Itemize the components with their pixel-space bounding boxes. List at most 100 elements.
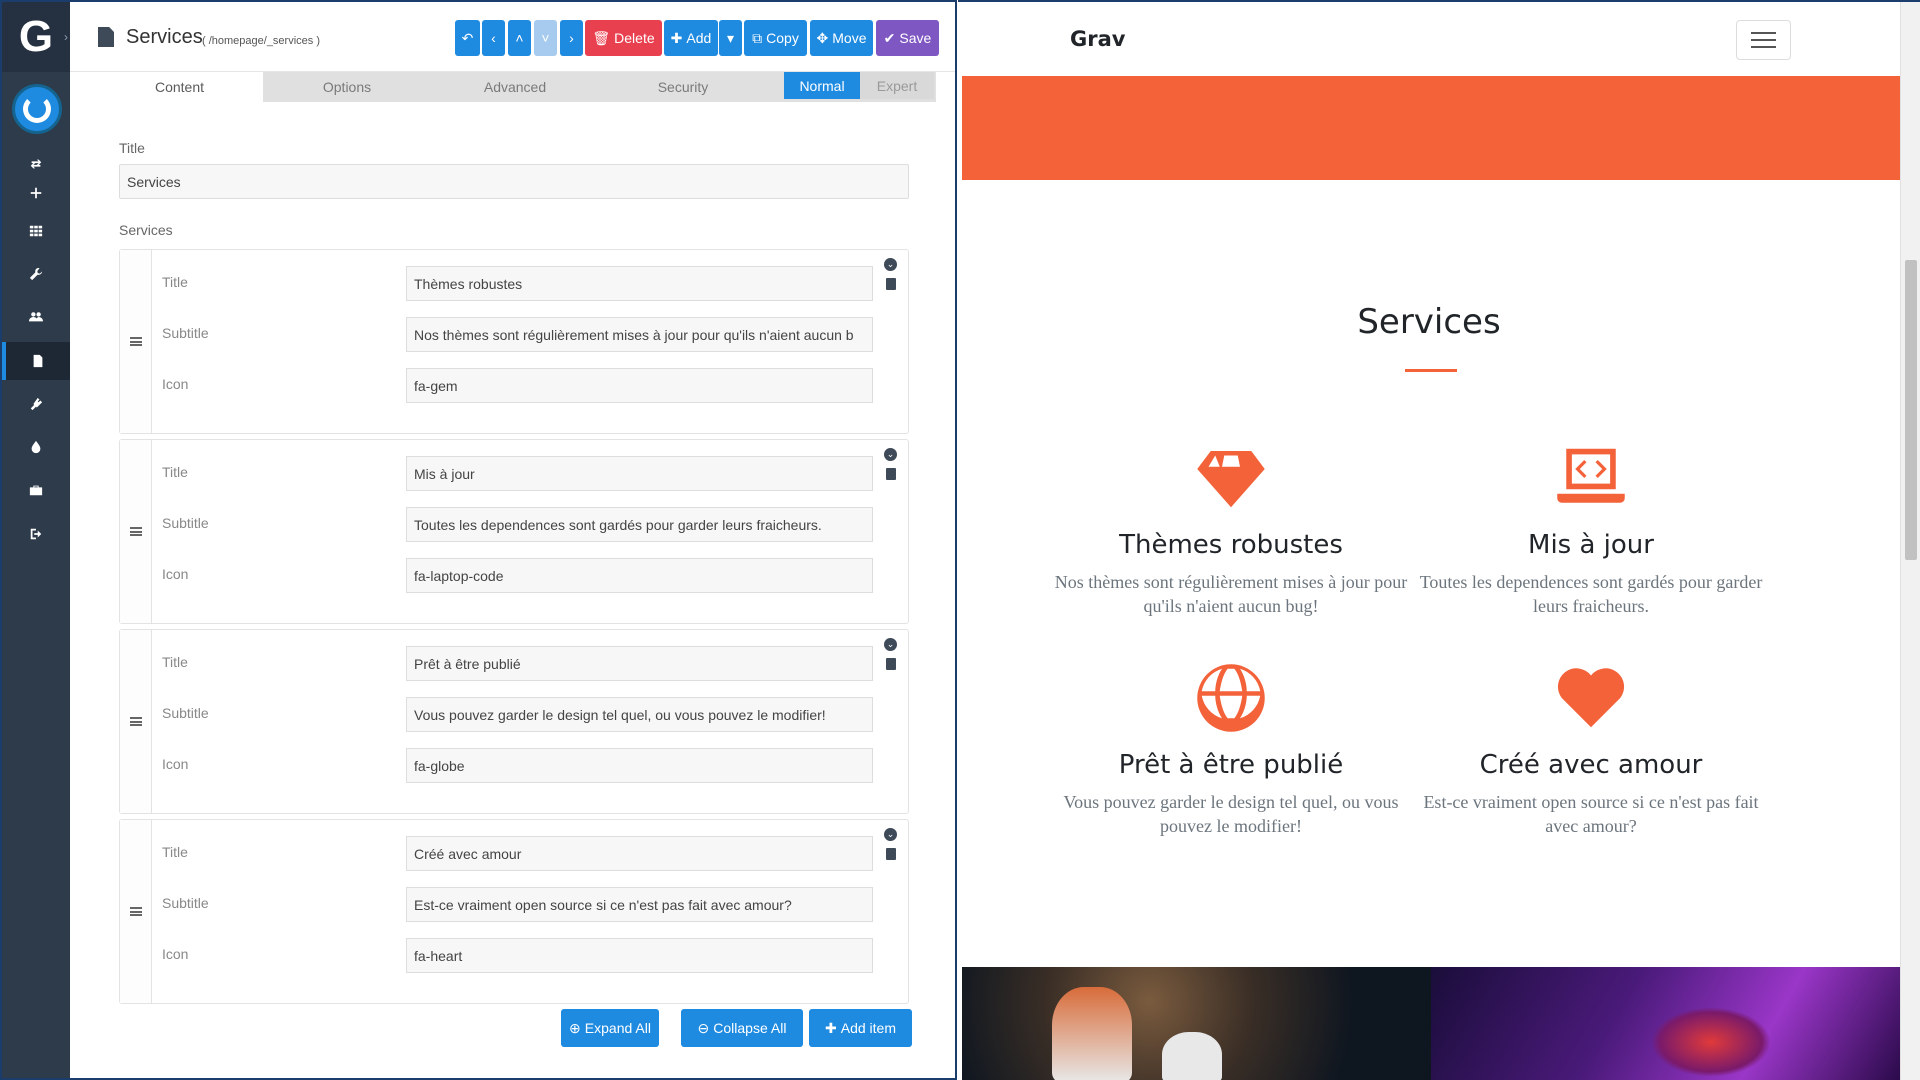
service-title-input[interactable]: Thèmes robustes: [406, 266, 873, 301]
service-subtitle-label: Subtitle: [162, 895, 209, 911]
portfolio-image[interactable]: [962, 967, 1431, 1080]
drag-handle[interactable]: [120, 820, 152, 1003]
move-button[interactable]: ✥ Move: [810, 20, 873, 56]
previous-page-button[interactable]: ‹: [482, 20, 505, 56]
trash-icon: 🗑: [592, 29, 611, 46]
chevron-down-icon: ˅: [541, 30, 550, 46]
service-subtitle-input[interactable]: Nos thèmes sont régulièrement mises à jo…: [406, 317, 873, 352]
add-button[interactable]: ✚ Add: [664, 20, 718, 56]
collapse-all-button[interactable]: ⊖ Collapse All: [681, 1009, 803, 1047]
collapse-chevron-icon[interactable]: ⌄: [884, 638, 897, 651]
drag-handle[interactable]: [120, 250, 152, 433]
save-label: Save: [899, 30, 932, 46]
sidebar: G ›: [2, 2, 70, 1078]
service-icon-input[interactable]: fa-laptop-code: [406, 558, 873, 593]
service-card: Créé avec amour Est-ce vraiment open sou…: [1411, 662, 1771, 842]
refresh-icon: [30, 159, 42, 169]
grav-logo-letter: G: [18, 12, 54, 61]
service-title-label: Title: [162, 274, 188, 290]
trash-icon[interactable]: [886, 848, 896, 860]
service-item: Title Thèmes robustes Subtitle Nos thème…: [119, 249, 909, 434]
sidebar-item-plugins[interactable]: [2, 385, 70, 423]
service-text: Vous pouvez garder le design tel quel, o…: [1063, 792, 1399, 836]
trash-icon[interactable]: [886, 658, 896, 670]
add-dropdown-button[interactable]: ▾: [719, 20, 742, 56]
service-subtitle-input[interactable]: Vous pouvez garder le design tel quel, o…: [406, 697, 873, 732]
mode-normal-toggle[interactable]: Normal: [784, 72, 860, 99]
sidebar-item-dashboard[interactable]: [2, 212, 70, 250]
tab-security[interactable]: Security: [599, 72, 767, 102]
sidebar-item-configuration[interactable]: [2, 255, 70, 293]
service-heading: Créé avec amour: [1479, 750, 1703, 780]
mode-expert-toggle[interactable]: Expert: [860, 72, 934, 99]
expand-all-button[interactable]: ⊕ Expand All: [561, 1009, 659, 1047]
editor-tabs: Content Options Advanced Security Normal…: [96, 72, 936, 102]
drag-handle[interactable]: [120, 630, 152, 813]
service-icon-input[interactable]: fa-gem: [406, 368, 873, 403]
tab-advanced[interactable]: Advanced: [431, 72, 599, 102]
admin-panel: G › Services (/homepage/_services) ↶ ‹…: [0, 0, 957, 1080]
scroll-thumb[interactable]: [1905, 260, 1917, 560]
sidebar-item-add[interactable]: [2, 174, 70, 212]
scrollbar[interactable]: [1900, 2, 1920, 1080]
users-icon: [29, 312, 43, 322]
move-down-button[interactable]: ˅: [534, 20, 557, 56]
collapse-icon: ⊖: [697, 1019, 710, 1036]
tab-options[interactable]: Options: [263, 72, 431, 102]
collapse-chevron-icon[interactable]: ⌄: [884, 448, 897, 461]
chevron-up-icon: ˄: [515, 30, 524, 46]
service-card: Prêt à être publié Vous pouvez garder le…: [1051, 662, 1411, 842]
next-page-button[interactable]: ›: [560, 20, 583, 56]
plus-icon: ✚: [670, 29, 683, 46]
add-item-label: Add item: [840, 1020, 896, 1036]
add-item-button[interactable]: ✚ Add item: [809, 1009, 912, 1047]
trash-icon[interactable]: [886, 278, 896, 290]
delete-button[interactable]: 🗑 Delete: [585, 20, 662, 56]
copy-button[interactable]: ⧉ Copy: [744, 20, 807, 56]
sidebar-expand-icon[interactable]: ›: [64, 30, 68, 44]
sidebar-item-accounts[interactable]: [2, 298, 70, 336]
service-subtitle-input[interactable]: Est-ce vraiment open source si ce n'est …: [406, 887, 873, 922]
move-up-button[interactable]: ˄: [508, 20, 531, 56]
service-icon-input[interactable]: fa-heart: [406, 938, 873, 973]
page-title: Services: [126, 26, 203, 48]
file-icon: [33, 354, 43, 368]
expand-icon: ⊕: [569, 1019, 581, 1036]
service-title-input[interactable]: Prêt à être publié: [406, 646, 873, 681]
service-title-label: Title: [162, 464, 188, 480]
drag-handle[interactable]: [120, 440, 152, 623]
globe-icon: [1195, 662, 1267, 734]
menu-toggle-button[interactable]: [1736, 20, 1791, 60]
trash-icon[interactable]: [886, 468, 896, 480]
service-title-input[interactable]: Mis à jour: [406, 456, 873, 491]
service-text: Toutes les dependences sont gardés pour …: [1419, 572, 1763, 616]
grid-icon: [29, 225, 43, 237]
bars-icon: [129, 527, 142, 536]
title-input[interactable]: Services: [119, 164, 909, 199]
service-icon-input[interactable]: fa-globe: [406, 748, 873, 783]
save-button[interactable]: ✔ Save: [876, 20, 939, 56]
section-divider: [1405, 369, 1457, 372]
sidebar-item-tools[interactable]: [2, 471, 70, 509]
collapse-chevron-icon[interactable]: ⌄: [884, 258, 897, 271]
service-subtitle-label: Subtitle: [162, 515, 209, 531]
sidebar-item-pages[interactable]: [2, 342, 70, 380]
portfolio-image[interactable]: [1431, 967, 1900, 1080]
back-button[interactable]: ↶: [455, 20, 480, 56]
user-avatar[interactable]: [12, 84, 62, 134]
site-brand[interactable]: Grav: [1070, 27, 1125, 51]
bars-icon: [129, 337, 142, 346]
section-title: Services: [1357, 302, 1501, 342]
service-title-input[interactable]: Créé avec amour: [406, 836, 873, 871]
sidebar-item-themes[interactable]: [2, 428, 70, 466]
grav-logo[interactable]: G ›: [2, 2, 70, 72]
service-card: Thèmes robustes Nos thèmes sont régulièr…: [1051, 442, 1411, 622]
briefcase-icon: [29, 485, 43, 496]
service-subtitle-input[interactable]: Toutes les dependences sont gardés pour …: [406, 507, 873, 542]
collapse-chevron-icon[interactable]: ⌄: [884, 828, 897, 841]
sidebar-item-logout[interactable]: [2, 515, 70, 553]
service-subtitle-label: Subtitle: [162, 705, 209, 721]
delete-label: Delete: [614, 30, 655, 46]
copy-icon: ⧉: [752, 29, 763, 46]
tab-content[interactable]: Content: [96, 72, 263, 102]
